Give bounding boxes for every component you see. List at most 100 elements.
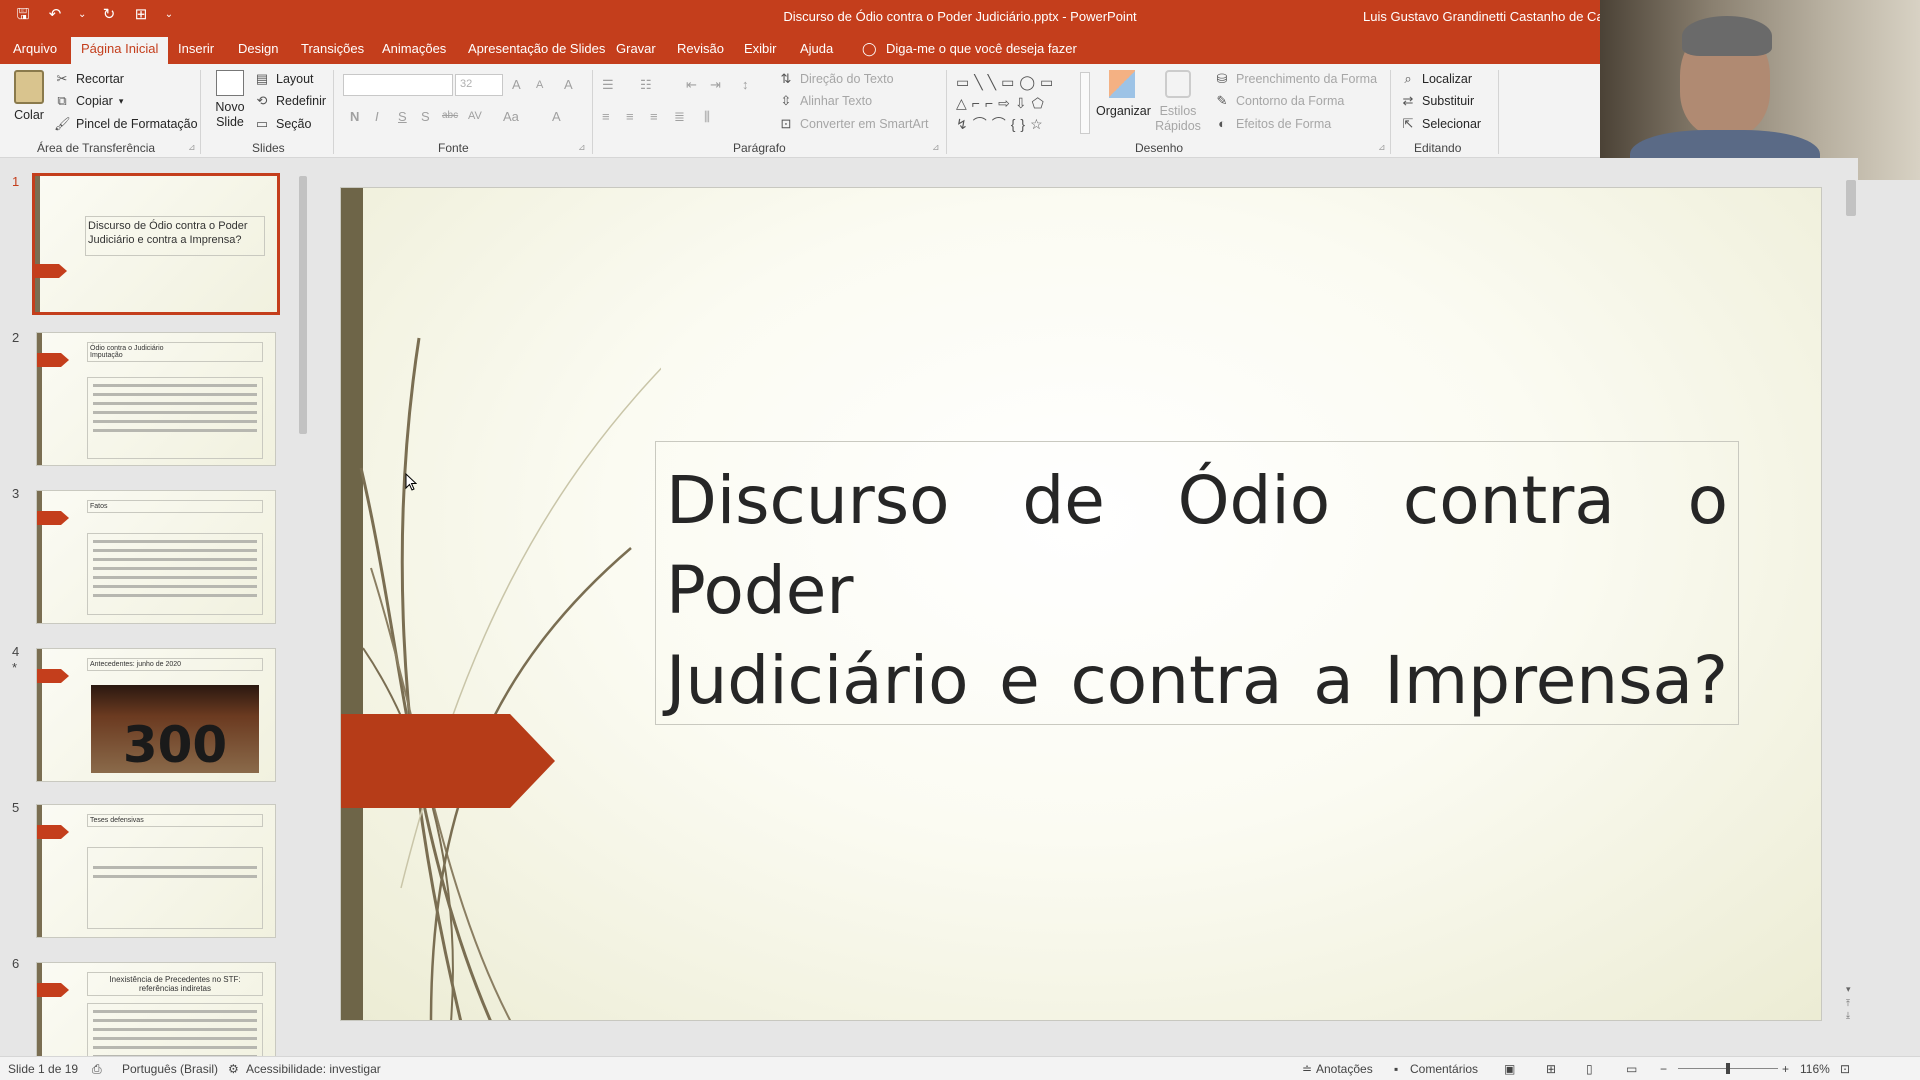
align-right-icon[interactable]: ≡ <box>650 109 658 124</box>
paintbrush-icon: 🖌 <box>54 116 71 131</box>
text-direction-button[interactable]: ⇅ Direção do Texto <box>778 71 894 87</box>
dialog-launcher-icon[interactable]: ⊿ <box>578 142 586 153</box>
align-text-button[interactable]: ⇳ Alinhar Texto <box>778 93 873 109</box>
tab-animacoes[interactable]: Animações <box>382 41 446 56</box>
slide-sorter-icon[interactable]: ⊞ <box>1546 1062 1556 1076</box>
align-center-icon[interactable]: ≡ <box>626 109 634 124</box>
shrink-font-icon[interactable]: A <box>536 79 543 91</box>
tell-me-search[interactable]: Diga-me o que você deseja fazer <box>886 41 1077 56</box>
columns-icon[interactable]: ⫼ <box>704 109 710 125</box>
language-indicator[interactable]: Português (Brasil) <box>122 1062 218 1076</box>
underline-button[interactable]: S <box>398 109 407 124</box>
user-name[interactable]: Luis Gustavo Grandinetti Castanho de Car <box>1363 9 1608 24</box>
tab-design[interactable]: Design <box>238 41 278 56</box>
notes-button[interactable]: Anotações <box>1316 1062 1373 1076</box>
quick-styles-button[interactable]: Estilos Rápidos <box>1152 70 1204 134</box>
tab-transicoes[interactable]: Transições <box>301 41 364 56</box>
copy-button[interactable]: ⧉ Copiar ▾ <box>54 93 123 109</box>
dialog-launcher-icon[interactable]: ⊿ <box>188 142 196 153</box>
character-spacing-button[interactable]: AV <box>468 110 482 122</box>
change-case-button[interactable]: Aa <box>503 109 519 124</box>
accessibility-icon[interactable]: ⚙ <box>228 1062 239 1076</box>
tab-apresentacao[interactable]: Apresentação de Slides <box>468 41 605 56</box>
tab-ajuda[interactable]: Ajuda <box>800 41 833 56</box>
clear-formatting-icon[interactable]: A <box>564 77 573 92</box>
shape-effects-button[interactable]: ◐ Efeitos de Forma <box>1214 116 1331 132</box>
quick-styles-label-2: Rápidos <box>1155 119 1201 133</box>
canvas-scrollbar[interactable]: ▾ ⤒ ⤓ <box>1844 180 1858 1020</box>
format-painter-label: Pincel de Formatação <box>76 117 198 131</box>
next-slide-icon[interactable]: ⤓ <box>1846 1010 1850 1021</box>
thumbnail-scrollbar[interactable] <box>297 160 309 1056</box>
font-size-combo[interactable]: 32 <box>455 74 503 96</box>
find-button[interactable]: ⌕ Localizar <box>1400 71 1472 87</box>
new-slide-button[interactable]: Novo Slide <box>210 70 250 130</box>
comments-button[interactable]: Comentários <box>1410 1062 1478 1076</box>
align-left-icon[interactable]: ≡ <box>602 109 610 124</box>
shadow-button[interactable]: S <box>421 109 430 124</box>
tab-pagina-inicial[interactable]: Página Inicial <box>71 37 169 64</box>
slideshow-icon[interactable]: ▭ <box>1626 1062 1637 1076</box>
scrollbar-thumb[interactable] <box>1846 180 1856 216</box>
zoom-in-icon[interactable]: + <box>1782 1062 1789 1076</box>
dialog-launcher-icon[interactable]: ⊿ <box>932 142 940 153</box>
shape-outline-button[interactable]: ✎ Contorno da Forma <box>1214 93 1345 109</box>
tab-exibir[interactable]: Exibir <box>744 41 777 56</box>
slide-title-box[interactable]: Discurso de Ódio contra o Poder Judiciár… <box>655 441 1739 725</box>
font-color-button[interactable]: A <box>552 109 561 124</box>
slide-thumbnail-6[interactable]: Inexistência de Precedentes no STF: refe… <box>36 962 276 1056</box>
cut-label: Recortar <box>76 72 124 86</box>
zoom-out-icon[interactable]: − <box>1660 1062 1667 1076</box>
tab-arquivo[interactable]: Arquivo <box>13 41 57 56</box>
slide-thumbnail-3[interactable]: Fatos <box>36 490 276 624</box>
scrollbar-thumb[interactable] <box>299 176 307 434</box>
section-button[interactable]: ▭ Seção <box>254 116 312 132</box>
tab-gravar[interactable]: Gravar <box>616 41 656 56</box>
previous-slide-icon[interactable]: ⤒ <box>1846 998 1850 1009</box>
chevron-down-icon[interactable]: ▾ <box>119 96 124 107</box>
slide-thumbnail-1[interactable]: Discurso de Ódio contra o Poder Judiciár… <box>32 173 280 315</box>
spellcheck-icon[interactable]: ⎙ <box>92 1062 102 1077</box>
format-painter-button[interactable]: 🖌 Pincel de Formatação <box>54 116 198 132</box>
select-button[interactable]: ⇱ Selecionar <box>1400 116 1482 132</box>
shape-fill-button[interactable]: ⛁ Preenchimento da Forma <box>1214 71 1378 87</box>
slide-thumbnail-2[interactable]: Ódio contra o Judiciário Imputação <box>36 332 276 466</box>
arrange-button[interactable]: Organizar <box>1096 70 1151 119</box>
dialog-launcher-icon[interactable]: ⊿ <box>1378 142 1386 153</box>
increase-indent-icon[interactable]: ⇥ <box>710 77 721 93</box>
bold-button[interactable]: N <box>350 109 359 124</box>
font-family-combo[interactable] <box>343 74 453 96</box>
reading-view-icon[interactable]: ▯ <box>1586 1062 1593 1076</box>
tab-inserir[interactable]: Inserir <box>178 41 214 56</box>
replace-button[interactable]: ⇄ Substituir <box>1400 93 1475 109</box>
animation-star-icon: * <box>12 660 18 675</box>
numbering-icon[interactable]: ☷ <box>640 77 652 93</box>
tab-revisao[interactable]: Revisão <box>677 41 724 56</box>
scroll-down-icon[interactable]: ▾ <box>1846 984 1851 995</box>
shapes-gallery[interactable]: ▭╲╲▭◯▭ △⌐⌐⇨⇩⬠ ↯⌒⌒{}☆ <box>956 72 1088 134</box>
line-spacing-icon[interactable]: ↕ <box>742 77 749 92</box>
gallery-scroll[interactable] <box>1080 72 1090 134</box>
paste-button[interactable]: Colar <box>12 70 46 123</box>
decrease-indent-icon[interactable]: ⇤ <box>686 77 697 93</box>
strikethrough-button[interactable]: abc <box>442 110 458 121</box>
fit-to-window-icon[interactable]: ⊡ <box>1840 1062 1850 1076</box>
bullets-icon[interactable]: ☰ <box>602 77 614 93</box>
slide-canvas[interactable]: Discurso de Ódio contra o Poder Judiciár… <box>340 187 1822 1021</box>
reset-button[interactable]: ⟲ Redefinir <box>254 93 326 109</box>
accessibility-status[interactable]: Acessibilidade: investigar <box>246 1062 381 1076</box>
normal-view-icon[interactable]: ▣ <box>1504 1062 1515 1076</box>
zoom-slider[interactable] <box>1678 1063 1778 1074</box>
zoom-slider-knob[interactable] <box>1726 1063 1730 1074</box>
smartart-button[interactable]: ⊡ Converter em SmartArt <box>778 116 929 132</box>
layout-button[interactable]: ▤ Layout <box>254 71 314 87</box>
slide-thumbnail-5[interactable]: Teses defensivas <box>36 804 276 938</box>
justify-icon[interactable]: ≣ <box>674 109 685 125</box>
thumb-arrow <box>37 825 69 839</box>
italic-button[interactable]: I <box>375 109 379 124</box>
grow-font-icon[interactable]: A <box>512 77 521 92</box>
cut-button[interactable]: ✂ Recortar <box>54 71 124 87</box>
zoom-level[interactable]: 116% <box>1800 1062 1830 1076</box>
thumb-title: Discurso de Ódio contra o Poder Judiciár… <box>85 216 265 256</box>
slide-thumbnail-4[interactable]: Antecedentes: junho de 2020 300 <box>36 648 276 782</box>
